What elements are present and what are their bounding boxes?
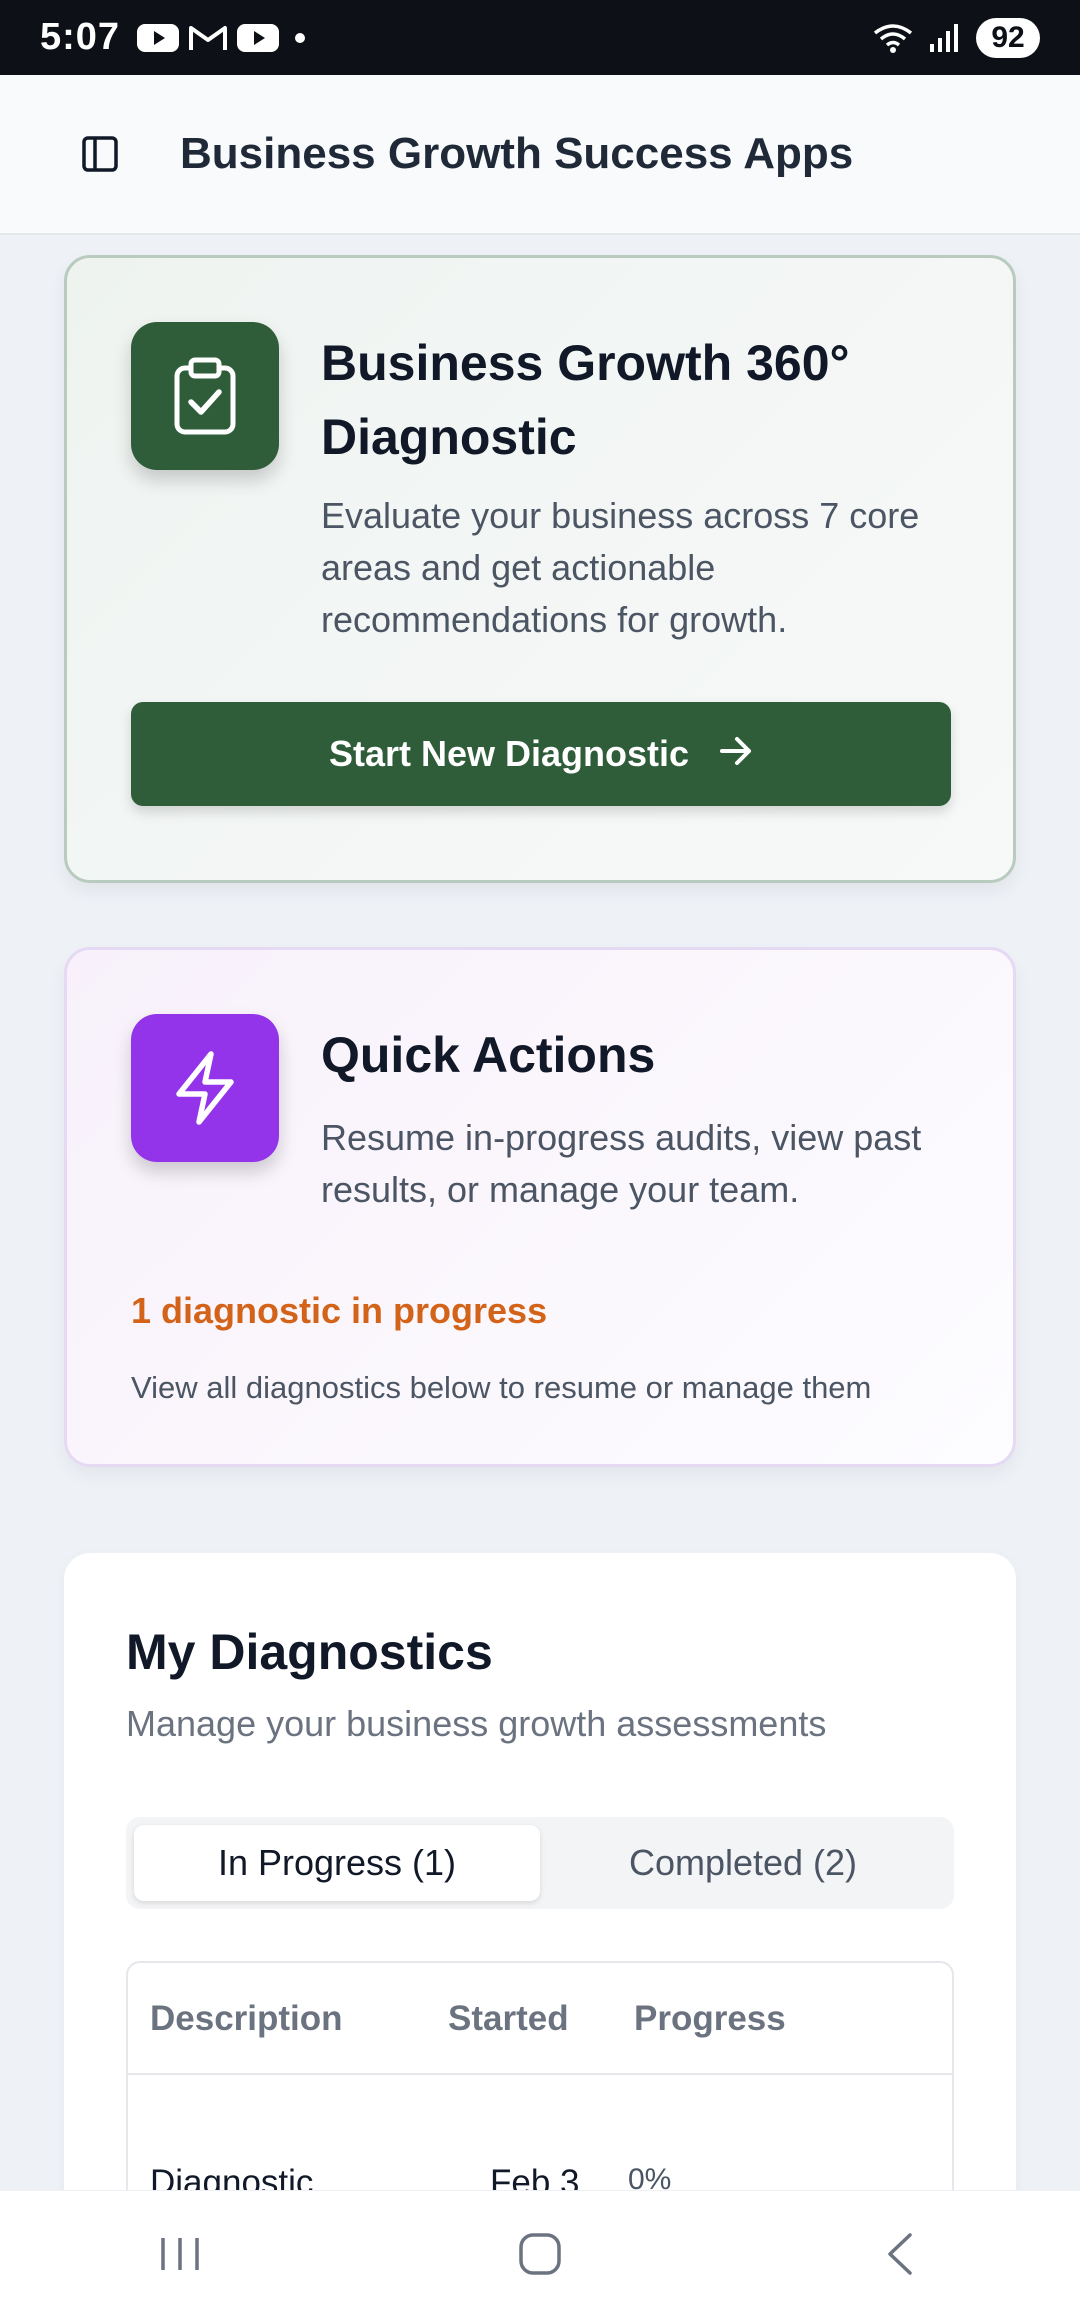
start-new-diagnostic-label: Start New Diagnostic [328, 733, 690, 774]
status-bar: 5:07 92 [0, 0, 1080, 75]
diagnostic-card: Business Growth 360° Diagnostic Evaluate… [64, 255, 1016, 883]
app-title: Business Growth Success Apps [180, 129, 854, 178]
diagnostics-tabs: In Progress (1) Completed (2) [126, 1817, 954, 1909]
column-header-description[interactable]: Description [150, 1999, 343, 2039]
clipboard-check-icon [131, 322, 279, 470]
my-diagnostics-subtitle: Manage your business growth assessments [126, 1703, 827, 1744]
lightning-icon [131, 1014, 279, 1162]
quick-actions-hint: View all diagnostics below to resume or … [131, 1370, 872, 1405]
wifi-icon [872, 21, 914, 55]
row-description: Diagnostic [150, 2163, 314, 2190]
recent-apps-icon[interactable] [135, 2209, 225, 2299]
status-system-icons: 92 [872, 17, 1040, 58]
home-icon[interactable] [495, 2209, 585, 2299]
diagnostic-card-description: Evaluate your business across 7 core are… [321, 495, 920, 640]
quick-actions-title: Quick Actions [321, 1027, 656, 1083]
status-notification-icons [136, 22, 312, 54]
main-content[interactable]: Business Growth 360° Diagnostic Evaluate… [0, 235, 1080, 2190]
arrow-right-icon [719, 733, 753, 775]
youtube-icon [136, 22, 180, 54]
signal-icon [928, 22, 962, 54]
in-progress-count: 1 diagnostic in progress [131, 1290, 548, 1331]
status-time: 5:07 [40, 16, 121, 58]
column-header-progress[interactable]: Progress [634, 1999, 786, 2039]
system-navigation-bar [0, 2190, 1080, 2316]
my-diagnostics-card: My Diagnostics Manage your business grow… [64, 1553, 1016, 2190]
diagnostic-card-title: Business Growth 360° Diagnostic [321, 335, 850, 465]
start-new-diagnostic-button[interactable]: Start New Diagnostic [131, 702, 951, 806]
table-row[interactable]: Diagnostic Feb 3 0% [128, 2163, 952, 2190]
quick-actions-description: Resume in-progress audits, view past res… [321, 1117, 922, 1210]
quick-actions-card: Quick Actions Resume in-progress audits,… [64, 947, 1016, 1467]
my-diagnostics-title: My Diagnostics [126, 1624, 493, 1680]
tab-in-progress[interactable]: In Progress (1) [134, 1825, 540, 1901]
app-header: Business Growth Success Apps [0, 75, 1080, 235]
back-icon[interactable] [855, 2209, 945, 2299]
gmail-icon [188, 22, 228, 54]
dot-icon [288, 22, 312, 54]
column-header-started[interactable]: Started [448, 1999, 569, 2039]
youtube-icon [236, 22, 280, 54]
tab-completed[interactable]: Completed (2) [540, 1825, 946, 1901]
row-started: Feb 3 [490, 2163, 580, 2190]
table-header: Description Started Progress [128, 1963, 952, 2075]
battery-indicator: 92 [976, 17, 1040, 58]
sidebar-toggle-icon[interactable] [80, 134, 120, 174]
diagnostics-table: Description Started Progress Diagnostic … [126, 1961, 954, 2190]
row-progress: 0% [628, 2163, 672, 2190]
